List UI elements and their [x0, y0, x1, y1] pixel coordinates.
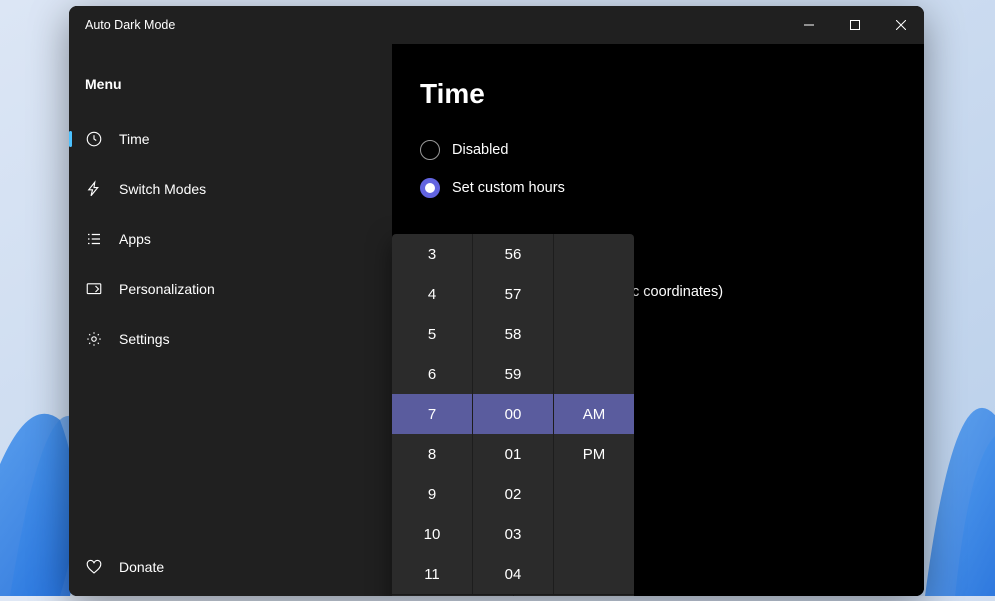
radio-icon: [420, 178, 440, 198]
picker-cell[interactable]: 00: [473, 394, 553, 434]
minimize-button[interactable]: [786, 6, 832, 44]
picker-cell[interactable]: 57: [473, 274, 553, 314]
gear-icon: [85, 330, 103, 348]
obscured-option-text: c coordinates): [632, 284, 723, 300]
picker-cell[interactable]: 02: [473, 474, 553, 514]
picker-cell[interactable]: 59: [473, 354, 553, 394]
picker-cell[interactable]: 11: [392, 554, 472, 594]
sidebar: Menu Time Switch Modes: [69, 44, 392, 596]
picker-cell[interactable]: 8: [392, 434, 472, 474]
sidebar-item-label: Time: [119, 131, 150, 147]
picker-hour-column[interactable]: 34567891011: [392, 234, 473, 594]
list-icon: [85, 230, 103, 248]
radio-disabled[interactable]: Disabled: [420, 140, 896, 160]
picker-cell-empty: [554, 354, 634, 394]
picker-cell[interactable]: 4: [392, 274, 472, 314]
heart-icon: [85, 558, 103, 576]
picker-cell-empty: [554, 314, 634, 354]
picker-cell[interactable]: AM: [554, 394, 634, 434]
picker-cell[interactable]: 5: [392, 314, 472, 354]
picker-cell[interactable]: 6: [392, 354, 472, 394]
picker-cell-empty: [554, 234, 634, 274]
sidebar-item-label: Apps: [119, 231, 151, 247]
time-picker-flyout: 34567891011 565758590001020304 AMPM: [392, 234, 634, 596]
sidebar-item-label: Donate: [119, 559, 164, 575]
clock-icon: [85, 130, 103, 148]
sidebar-item-personalization[interactable]: Personalization: [69, 264, 392, 314]
radio-label: Set custom hours: [452, 180, 565, 196]
lightning-icon: [85, 180, 103, 198]
picker-cell[interactable]: 01: [473, 434, 553, 474]
close-button[interactable]: [878, 6, 924, 44]
radio-icon: [420, 140, 440, 160]
picker-cell[interactable]: 10: [392, 514, 472, 554]
sidebar-item-label: Personalization: [119, 281, 215, 297]
menu-header: Menu: [69, 76, 392, 114]
sidebar-item-settings[interactable]: Settings: [69, 314, 392, 364]
picker-minute-column[interactable]: 565758590001020304: [473, 234, 554, 594]
window-title: Auto Dark Mode: [85, 18, 175, 32]
picker-cell[interactable]: 56: [473, 234, 553, 274]
picker-cell[interactable]: 03: [473, 514, 553, 554]
radio-custom-hours[interactable]: Set custom hours: [420, 178, 896, 198]
window-controls: [786, 6, 924, 44]
titlebar[interactable]: Auto Dark Mode: [69, 6, 924, 44]
radio-label: Disabled: [452, 142, 508, 158]
sidebar-item-apps[interactable]: Apps: [69, 214, 392, 264]
sidebar-item-time[interactable]: Time: [69, 114, 392, 164]
picker-cell[interactable]: 04: [473, 554, 553, 594]
picker-cell[interactable]: 7: [392, 394, 472, 434]
maximize-button[interactable]: [832, 6, 878, 44]
picker-cell[interactable]: 3: [392, 234, 472, 274]
picker-cell[interactable]: PM: [554, 434, 634, 474]
page-title: Time: [420, 78, 896, 110]
picker-ampm-column[interactable]: AMPM: [554, 234, 634, 594]
personalization-icon: [85, 280, 103, 298]
sidebar-item-switch-modes[interactable]: Switch Modes: [69, 164, 392, 214]
sidebar-item-donate[interactable]: Donate: [69, 542, 392, 592]
picker-cell[interactable]: 58: [473, 314, 553, 354]
picker-cell-empty: [554, 274, 634, 314]
picker-cell[interactable]: 9: [392, 474, 472, 514]
sidebar-item-label: Switch Modes: [119, 181, 206, 197]
main-content: Time Disabled Set custom hours c coordin…: [392, 44, 924, 596]
sidebar-item-label: Settings: [119, 331, 170, 347]
app-window: Auto Dark Mode Menu Time: [69, 6, 924, 596]
